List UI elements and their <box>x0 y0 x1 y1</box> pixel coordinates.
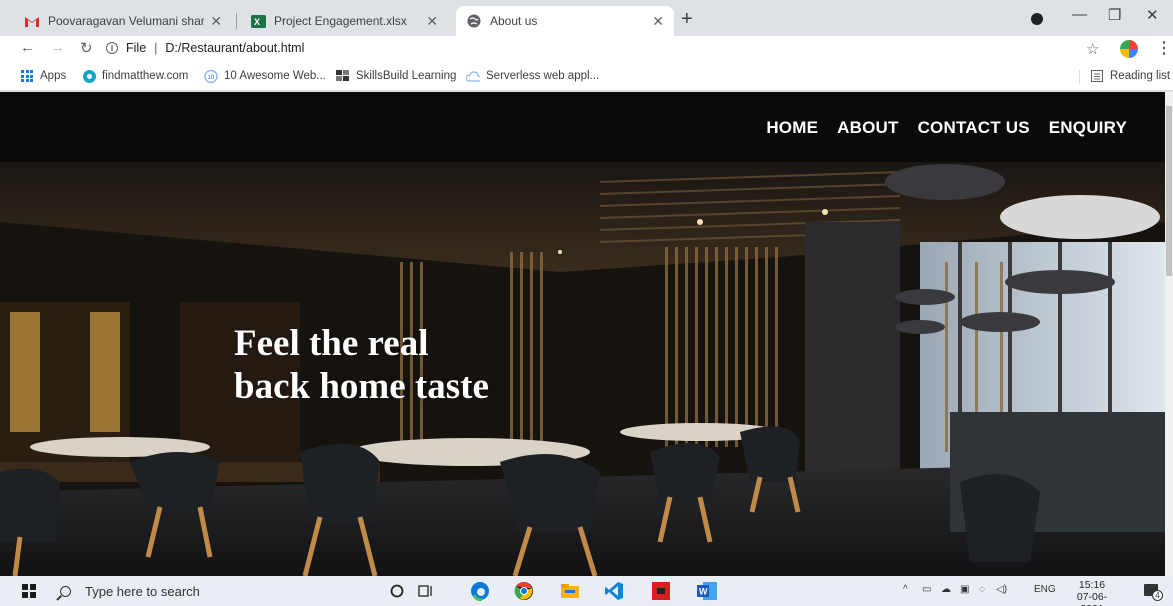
address-url: D:/Restaurant/about.html <box>165 41 305 55</box>
nav-enquiry-link[interactable]: ENQUIRY <box>1049 118 1127 138</box>
show-hidden-icons-icon[interactable]: ^ <box>903 584 908 595</box>
apps-grid-icon <box>20 69 34 83</box>
system-clock[interactable]: 15:16 07-06-2021 <box>1066 579 1118 606</box>
address-scheme: File <box>126 41 147 55</box>
bookmarks-bar: Apps findmatthew.com 10 10 Awesome Web..… <box>0 63 1173 91</box>
tab-about-us[interactable]: About us ✕ <box>456 6 674 36</box>
tab-title: About us <box>490 14 538 28</box>
gmail-icon <box>24 13 40 29</box>
word-icon[interactable]: W <box>697 581 717 601</box>
hero-line-1: Feel the real <box>234 323 429 364</box>
cloud-icon <box>466 69 480 83</box>
bookmark-apps[interactable]: Apps <box>20 69 66 83</box>
hero-heading: Feel the real back home taste <box>234 322 489 408</box>
close-icon[interactable]: ✕ <box>210 13 222 30</box>
vscode-icon[interactable] <box>604 581 624 601</box>
search-icon <box>60 585 71 597</box>
bookmark-label: 10 Awesome Web... <box>224 70 326 82</box>
back-icon[interactable]: ← <box>20 39 35 56</box>
taskbar-search[interactable]: Type here to search <box>46 576 366 606</box>
site-icon: 10 <box>204 69 218 83</box>
forward-icon[interactable]: → <box>50 39 65 56</box>
tab-separator <box>236 13 237 29</box>
tab-excel[interactable]: X Project Engagement.xlsx ✕ <box>240 6 448 36</box>
chrome-icon[interactable] <box>514 581 534 601</box>
edge-icon[interactable] <box>470 581 490 601</box>
media-app-icon[interactable] <box>651 581 671 601</box>
clock-date: 07-06-2021 <box>1076 591 1108 606</box>
browser-menu-icon[interactable]: ⋮ <box>1156 38 1172 58</box>
bookmark-divider <box>1079 70 1080 84</box>
onedrive-icon[interactable]: ☁ <box>941 584 951 595</box>
bookmark-awesome-web[interactable]: 10 10 Awesome Web... <box>204 69 326 83</box>
profile-avatar[interactable] <box>1120 40 1138 58</box>
meet-now-icon[interactable]: ▣ <box>960 584 969 595</box>
reading-list-label: Reading list <box>1110 70 1171 82</box>
clock-time: 15:16 <box>1078 579 1106 591</box>
restaurant-interior-image <box>0 162 1165 576</box>
site-icon <box>82 69 96 83</box>
task-view-icon[interactable] <box>416 581 436 601</box>
restore-icon[interactable]: ❐ <box>1108 6 1121 24</box>
battery-icon[interactable]: ▭ <box>922 584 931 595</box>
bookmark-label: SkillsBuild Learning <box>356 70 457 82</box>
svg-text:10: 10 <box>208 75 215 81</box>
info-icon[interactable]: i <box>106 42 118 54</box>
tab-search-icon[interactable] <box>1031 13 1043 25</box>
network-icon[interactable]: ◌ <box>979 584 985 595</box>
reload-icon[interactable]: ↻ <box>80 39 93 57</box>
notification-count-badge: 4 <box>1152 590 1163 601</box>
bookmark-skillsbuild[interactable]: SkillsBuild Learning <box>336 69 456 83</box>
hero-line-2: back home taste <box>234 366 489 407</box>
nav-contact-link[interactable]: CONTACT US <box>918 118 1030 138</box>
language-indicator[interactable]: ENG <box>1034 584 1056 595</box>
cortana-icon[interactable] <box>387 581 407 601</box>
address-divider: | <box>154 41 158 55</box>
close-icon[interactable]: ✕ <box>652 13 664 30</box>
volume-icon[interactable]: ◁) <box>996 584 1007 595</box>
page-viewport: HOME ABOUT CONTACT US ENQUIRY Feel the r… <box>0 92 1173 576</box>
bookmark-label: findmatthew.com <box>102 70 189 82</box>
bookmark-findmatthew[interactable]: findmatthew.com <box>82 69 188 83</box>
close-icon[interactable]: ✕ <box>426 13 438 30</box>
reading-list-button[interactable]: Reading list <box>1090 69 1170 83</box>
scrollbar-thumb[interactable] <box>1166 106 1172 276</box>
tab-gmail[interactable]: Poovaragavan Velumani shared ✕ <box>14 6 232 36</box>
page-scrollbar[interactable] <box>1165 92 1173 576</box>
site-header: HOME ABOUT CONTACT US ENQUIRY <box>0 92 1165 162</box>
browser-toolbar: ← → ↻ i File | D:/Restaurant/about.html … <box>0 36 1173 63</box>
tab-title: Poovaragavan Velumani shared <box>48 14 205 28</box>
file-explorer-icon[interactable] <box>560 581 580 601</box>
window-close-icon[interactable]: ✕ <box>1146 6 1159 24</box>
windows-taskbar: Type here to search W ^ ▭ ☁ ▣ ◌ ◁) ENG 1… <box>0 576 1173 606</box>
svg-text:X: X <box>254 17 260 27</box>
excel-icon: X <box>250 13 266 29</box>
new-tab-icon[interactable]: + <box>681 8 693 31</box>
nav-about-link[interactable]: ABOUT <box>837 118 898 138</box>
browser-window: Poovaragavan Velumani shared ✕ X Project… <box>0 0 1173 606</box>
tab-title: Project Engagement.xlsx <box>274 14 407 28</box>
tab-strip: Poovaragavan Velumani shared ✕ X Project… <box>0 0 1173 36</box>
site-nav: HOME ABOUT CONTACT US ENQUIRY <box>766 118 1127 138</box>
search-placeholder: Type here to search <box>85 583 200 599</box>
reading-list-icon <box>1090 69 1104 83</box>
minimize-icon[interactable]: — <box>1072 6 1087 23</box>
address-bar[interactable]: i File | D:/Restaurant/about.html <box>106 36 304 60</box>
globe-icon <box>466 13 482 29</box>
bookmark-label: Serverless web appl... <box>486 70 600 82</box>
bookmark-label: Apps <box>40 70 67 82</box>
bookmark-star-icon[interactable]: ☆ <box>1086 40 1099 58</box>
windows-start-icon[interactable] <box>22 584 36 598</box>
site-icon <box>336 69 350 83</box>
bookmark-serverless[interactable]: Serverless web appl... <box>466 69 599 83</box>
svg-text:W: W <box>699 587 708 597</box>
nav-home-link[interactable]: HOME <box>766 118 818 138</box>
hero-banner: Feel the real back home taste <box>0 162 1165 576</box>
